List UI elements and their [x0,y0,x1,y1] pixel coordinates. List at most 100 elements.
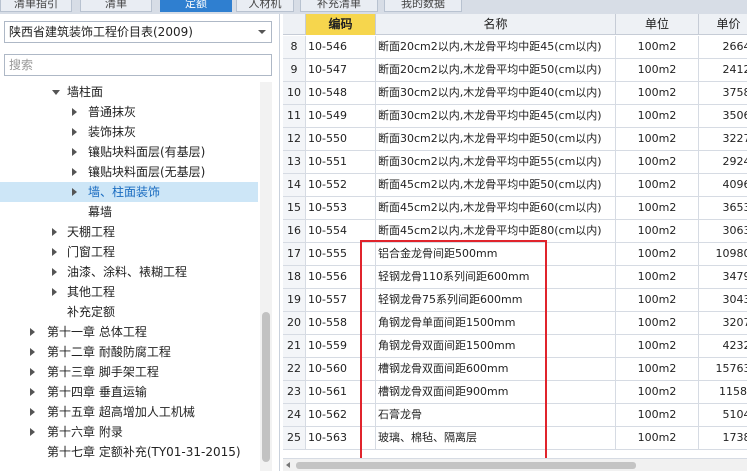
tree-node[interactable]: 其他工程 [0,282,258,302]
tab-0[interactable]: 清单指引 [0,0,72,12]
caret-right-icon[interactable] [72,168,77,176]
table-row[interactable]: 2510-563玻璃、棉毡、隔离层100m21738. [283,427,747,450]
tree-scrollbar-thumb[interactable] [262,312,270,462]
row-code: 10-558 [306,312,376,334]
tree-node-label: 第十四章 垂直运输 [47,385,147,399]
caret-right-icon[interactable] [30,408,35,416]
caret-right-icon[interactable] [30,328,35,336]
row-price: 11580 [699,381,747,403]
caret-right-icon[interactable] [72,148,77,156]
row-price: 3506. [699,105,747,127]
table-row[interactable]: 2010-558角钢龙骨单面间距1500mm100m23207. [283,312,747,335]
header-name[interactable]: 名称 [376,14,616,35]
row-index: 25 [283,427,306,449]
caret-right-icon[interactable] [52,288,57,296]
caret-down-icon[interactable] [52,90,60,95]
grid-horizontal-scrollbar[interactable] [283,458,747,471]
chevron-down-icon[interactable] [258,30,266,34]
tree-node[interactable]: 天棚工程 [0,222,258,242]
table-row[interactable]: 15 10-553 断面45cm2以内,木龙骨平均中距60(cm以内) 100m2 36… [283,197,747,220]
tree-node[interactable]: 幕墙 [0,202,258,222]
table-row[interactable]: 1810-556轻钢龙骨110系列间距600mm100m23479. [283,266,747,289]
row-unit: 100m2 [616,59,699,81]
row-code: 10-550 [306,128,376,150]
tree-node[interactable]: 墙柱面 [0,82,258,102]
table-row[interactable]: 2110-559角钢龙骨双面间距1500mm100m24232. [283,335,747,358]
caret-right-icon[interactable] [52,268,57,276]
table-row[interactable]: 2210-560槽钢龙骨双面间距600mm100m215763. [283,358,747,381]
table-row[interactable]: 2410-562石膏龙骨100m25104. [283,404,747,427]
row-index: 10 [283,82,306,104]
tree-node[interactable]: 第十七章 定额补充(TY01-31-2015) [0,442,258,462]
caret-right-icon[interactable] [72,128,77,136]
category-tree: 墙柱面普通抹灰 装饰抹灰 镶贴块料面层(有基层) 镶贴块料面层(无基层) 墙、柱面装饰幕… [0,82,258,471]
header-code[interactable]: 编码 [306,14,376,35]
row-unit: 100m2 [616,220,699,242]
row-code: 10-563 [306,427,376,449]
tree-node-label: 墙柱面 [67,85,104,99]
tree-scrollbar[interactable] [260,82,272,471]
tree-node[interactable]: 第十三章 脚手架工程 [0,362,258,382]
caret-right-icon[interactable] [72,108,77,116]
tree-node[interactable]: 墙、柱面装饰 [0,182,258,202]
row-index: 20 [283,312,306,334]
tree-node[interactable]: 第十四章 垂直运输 [0,382,258,402]
table-row[interactable]: 14 10-552 断面45cm2以内,木龙骨平均中距50(cm以内) 100m2 40… [283,174,747,197]
row-price: 15763. [699,358,747,380]
row-price: 2412. [699,59,747,81]
table-row[interactable]: 9 10-547 断面20cm2以内,木龙骨平均中距50(cm以内) 100m2 241… [283,59,747,82]
caret-right-icon[interactable] [72,188,77,196]
row-code: 10-553 [306,197,376,219]
tree-node[interactable]: 镶贴块料面层(无基层) [0,162,258,182]
table-row[interactable]: 2310-561槽钢龙骨双面间距900mm100m211580 [283,381,747,404]
tab-1[interactable]: 清单 [80,0,152,12]
tree-node-label: 油漆、涂料、裱糊工程 [67,265,188,279]
tree-node[interactable]: 油漆、涂料、裱糊工程 [0,262,258,282]
tree-node[interactable]: 第十二章 耐酸防腐工程 [0,342,258,362]
caret-right-icon[interactable] [52,248,57,256]
tab-5[interactable]: 我的数据 [384,0,462,12]
table-row[interactable]: 12 10-550 断面30cm2以内,木龙骨平均中距50(cm以内) 100m2 32… [283,128,747,151]
library-select-value: 陕西省建筑装饰工程价目表(2009) [9,25,193,39]
grid-header: 编码 名称 单位 单价 [283,14,747,35]
tab-2[interactable]: 定额 [160,0,232,12]
library-select[interactable]: 陕西省建筑装饰工程价目表(2009) [4,21,272,43]
row-unit: 100m2 [616,151,699,173]
tree-node[interactable]: 第十六章 附录 [0,422,258,442]
caret-right-icon[interactable] [30,348,35,356]
table-row[interactable]: 11 10-549 断面30cm2以内,木龙骨平均中距45(cm以内) 100m2 35… [283,105,747,128]
tree-node[interactable]: 装饰抹灰 [0,122,258,142]
row-unit: 100m2 [616,197,699,219]
row-unit: 100m2 [616,36,699,58]
row-index: 24 [283,404,306,426]
tree-node[interactable]: 第十五章 超高增加人工机械 [0,402,258,422]
row-unit: 100m2 [616,358,699,380]
caret-right-icon[interactable] [52,228,57,236]
tree-node[interactable]: 补充定额 [0,302,258,322]
row-index: 11 [283,105,306,127]
caret-right-icon[interactable] [30,428,35,436]
tree-node[interactable]: 门窗工程 [0,242,258,262]
grid-scrollbar-thumb[interactable] [296,462,636,469]
row-price: 3227. [699,128,747,150]
scroll-left-icon[interactable] [286,462,290,468]
tree-node[interactable]: 普通抹灰 [0,102,258,122]
header-price[interactable]: 单价 [699,14,747,35]
row-unit: 100m2 [616,289,699,311]
tab-3[interactable]: 人材机 [236,0,294,12]
table-row[interactable]: 16 10-554 断面45cm2以内,木龙骨平均中距80(cm以内) 100m2 30… [283,220,747,243]
caret-right-icon[interactable] [30,368,35,376]
table-row[interactable]: 1710-555铝合金龙骨间距500mm100m210980. [283,243,747,266]
table-row[interactable]: 8 10-546 断面20cm2以内,木龙骨平均中距45(cm以内) 100m2 266… [283,36,747,59]
search-input[interactable] [4,54,272,76]
tree-node-label: 第十七章 定额补充(TY01-31-2015) [47,445,241,459]
header-unit[interactable]: 单位 [616,14,699,35]
table-row[interactable]: 10 10-548 断面30cm2以内,木龙骨平均中距40(cm以内) 100m2 37… [283,82,747,105]
row-price: 5104. [699,404,747,426]
caret-right-icon[interactable] [30,388,35,396]
tree-node[interactable]: 镶贴块料面层(有基层) [0,142,258,162]
tab-4[interactable]: 补充清单 [300,0,378,12]
table-row[interactable]: 1910-557轻钢龙骨75系列间距600mm100m23043. [283,289,747,312]
tree-node[interactable]: 第十一章 总体工程 [0,322,258,342]
table-row[interactable]: 13 10-551 断面30cm2以内,木龙骨平均中距55(cm以内) 100m2 29… [283,151,747,174]
